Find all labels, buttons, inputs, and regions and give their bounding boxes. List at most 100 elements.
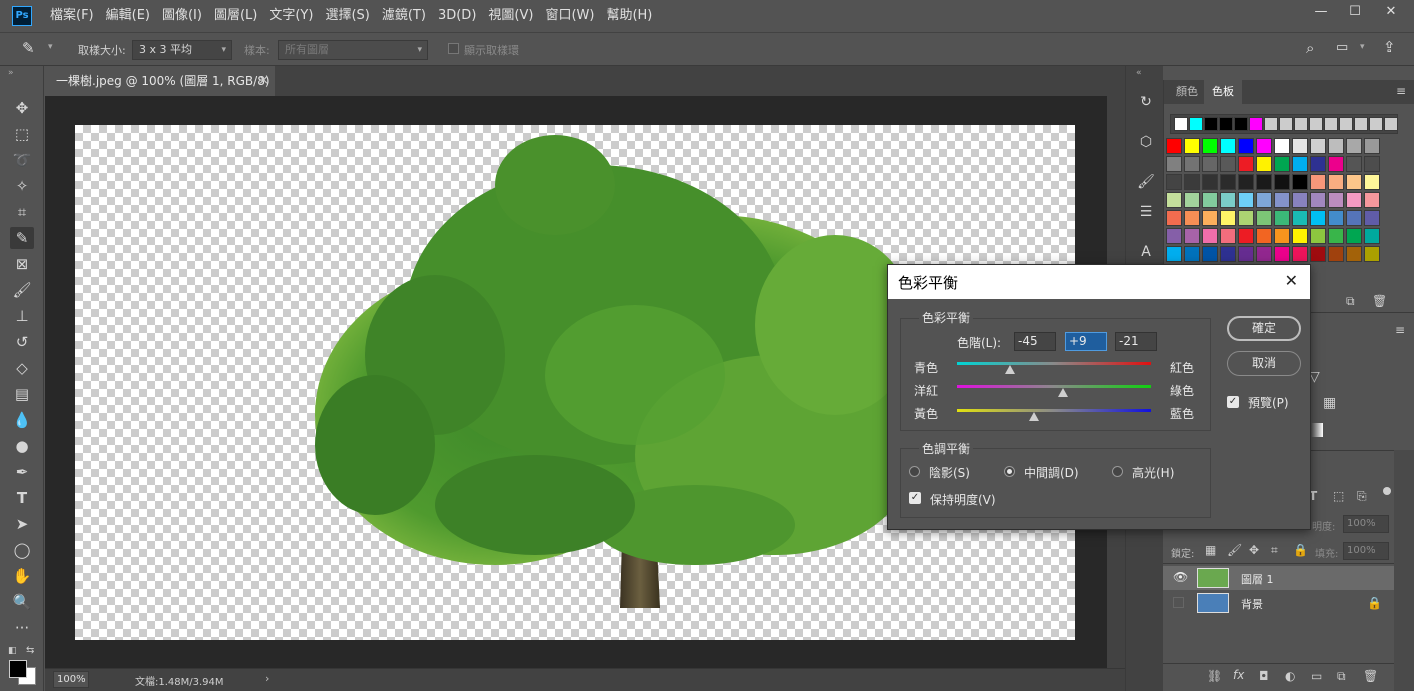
menu-item[interactable]: 選擇(S) <box>319 0 375 32</box>
menu-item[interactable]: 幫助(H) <box>600 0 658 32</box>
link-layers-icon[interactable]: ⛓ <box>1207 669 1222 683</box>
yellow-blue-slider[interactable] <box>957 409 1151 412</box>
swatch[interactable] <box>1202 228 1218 244</box>
swatch[interactable] <box>1202 156 1218 172</box>
new-layer-icon[interactable]: ⧉ <box>1337 669 1346 684</box>
swatch[interactable] <box>1346 138 1362 154</box>
hand-tool-icon[interactable]: ✋ <box>10 565 34 587</box>
swatch[interactable] <box>1294 117 1308 131</box>
3d-panel-icon[interactable]: ⬡ <box>1135 131 1157 153</box>
swatch[interactable] <box>1364 156 1380 172</box>
preview-checkbox[interactable]: ✓ <box>1227 396 1239 408</box>
zoom-tool-icon[interactable]: 🔍 <box>10 591 34 613</box>
swatch[interactable] <box>1174 117 1188 131</box>
swatch[interactable] <box>1202 138 1218 154</box>
swatch[interactable] <box>1354 117 1368 131</box>
swatch[interactable] <box>1238 228 1254 244</box>
more-tools-icon[interactable]: ··· <box>10 617 34 639</box>
swatch[interactable] <box>1310 192 1326 208</box>
new-group-icon[interactable]: ▭ <box>1311 669 1322 683</box>
swatch[interactable] <box>1292 156 1308 172</box>
swatch[interactable] <box>1292 192 1308 208</box>
magic-wand-tool-icon[interactable]: ✧ <box>10 175 34 197</box>
swatch[interactable] <box>1364 246 1380 262</box>
swatch[interactable] <box>1274 156 1290 172</box>
trash-icon[interactable]: 🗑 <box>1372 294 1387 308</box>
swatch[interactable] <box>1220 138 1236 154</box>
cyan-red-slider[interactable] <box>957 362 1151 365</box>
move-tool-icon[interactable]: ✥ <box>10 97 34 119</box>
ellipse-tool-icon[interactable]: ◯ <box>10 539 34 561</box>
swatch[interactable] <box>1310 174 1326 190</box>
shadows-radio[interactable] <box>909 466 920 477</box>
swatch[interactable] <box>1166 174 1182 190</box>
swatch[interactable] <box>1202 210 1218 226</box>
adjustments-panel-icon[interactable]: ☰ <box>1135 201 1157 223</box>
minimize-icon[interactable]: — <box>1304 0 1338 24</box>
eraser-tool-icon[interactable]: ◇ <box>10 357 34 379</box>
swatch[interactable] <box>1256 156 1272 172</box>
lock-position-icon[interactable]: ✥ <box>1249 543 1259 557</box>
filter-toggle-icon[interactable] <box>1383 487 1391 495</box>
frame-tool-icon[interactable]: ⊠ <box>10 253 34 275</box>
smart-object-filter-icon[interactable]: ⎘ <box>1357 489 1367 504</box>
swatch[interactable] <box>1256 246 1272 262</box>
fx-icon[interactable]: fx <box>1233 668 1244 682</box>
search-icon[interactable]: ⌕ <box>1306 39 1314 57</box>
tab-color[interactable]: 顏色 <box>1168 80 1206 104</box>
swatch[interactable] <box>1274 228 1290 244</box>
swatch[interactable] <box>1220 174 1236 190</box>
swatch[interactable] <box>1184 210 1200 226</box>
swatch[interactable] <box>1364 192 1380 208</box>
show-ring-checkbox[interactable] <box>448 43 459 54</box>
path-select-tool-icon[interactable]: ➤ <box>10 513 34 535</box>
brush-tool-icon[interactable]: 🖌 <box>10 279 34 301</box>
swatch[interactable] <box>1166 246 1182 262</box>
swatch[interactable] <box>1346 228 1362 244</box>
swatch[interactable] <box>1310 228 1326 244</box>
lock-transparent-icon[interactable]: ▦ <box>1205 543 1216 557</box>
swatch[interactable] <box>1238 210 1254 226</box>
sample-select[interactable]: 所有圖層 ▾ <box>278 40 428 60</box>
chevron-down-icon[interactable]: ▾ <box>1360 42 1365 52</box>
character-panel-icon[interactable]: A <box>1135 241 1157 263</box>
swatch[interactable] <box>1364 228 1380 244</box>
swatch[interactable] <box>1346 246 1362 262</box>
blur-tool-icon[interactable]: 💧 <box>10 409 34 431</box>
swatch[interactable] <box>1184 246 1200 262</box>
swatch[interactable] <box>1220 246 1236 262</box>
swatch[interactable] <box>1328 246 1344 262</box>
swatch[interactable] <box>1310 210 1326 226</box>
swatch[interactable] <box>1274 138 1290 154</box>
visibility-toggle[interactable] <box>1173 597 1184 608</box>
swatch[interactable] <box>1220 228 1236 244</box>
stamp-tool-icon[interactable]: ⊥ <box>10 305 34 327</box>
swatch[interactable] <box>1310 156 1326 172</box>
swatch[interactable] <box>1369 117 1383 131</box>
swatch[interactable] <box>1234 117 1248 131</box>
brush-settings-icon[interactable]: 🖌 <box>1135 171 1157 193</box>
menu-item[interactable]: 3D(D) <box>432 0 482 32</box>
close-tab-icon[interactable]: × <box>258 66 269 96</box>
swatch[interactable] <box>1274 246 1290 262</box>
menu-item[interactable]: 文字(Y) <box>263 0 319 32</box>
swatch[interactable] <box>1292 210 1308 226</box>
swatch[interactable] <box>1166 192 1182 208</box>
swatch[interactable] <box>1184 174 1200 190</box>
eyedropper-tool-preset-icon[interactable]: ✎ <box>22 39 35 57</box>
swatch[interactable] <box>1238 246 1254 262</box>
menu-item[interactable]: 圖層(L) <box>208 0 263 32</box>
swatch[interactable] <box>1346 174 1362 190</box>
swatch[interactable] <box>1256 138 1272 154</box>
lookup-table-icon[interactable]: ▦ <box>1323 395 1336 411</box>
swatch[interactable] <box>1292 138 1308 154</box>
layer-row[interactable]: 背景 🔒 <box>1163 591 1394 615</box>
gradient-tool-icon[interactable]: ▤ <box>10 383 34 405</box>
swatch[interactable] <box>1220 210 1236 226</box>
close-window-icon[interactable]: ✕ <box>1374 0 1408 24</box>
swatch[interactable] <box>1202 192 1218 208</box>
maximize-icon[interactable]: ☐ <box>1338 0 1372 24</box>
layers-scrollbar[interactable] <box>1394 450 1414 691</box>
swatch[interactable] <box>1219 117 1233 131</box>
swatch[interactable] <box>1339 117 1353 131</box>
